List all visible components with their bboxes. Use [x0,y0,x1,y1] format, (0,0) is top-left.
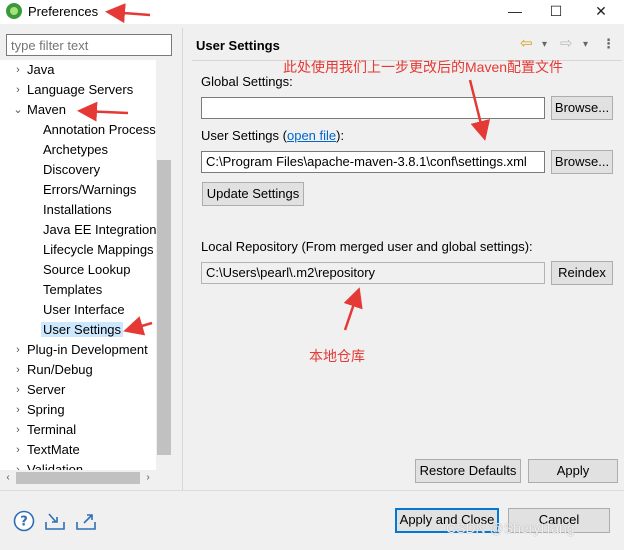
tree-item-errors-warnings[interactable]: Errors/Warnings [43,180,136,200]
tree-item-java[interactable]: › Java [12,60,54,80]
tree-item-annotation-processing[interactable]: Annotation Processing [43,120,172,140]
tree-item-terminal[interactable]: › Terminal [12,420,76,440]
preferences-sidebar: ›Java ›Language Servers ⌄Maven Annotatio… [0,28,180,490]
close-icon[interactable]: ✕ [586,2,616,22]
tree-item-label: Server [27,382,66,397]
user-settings-browse-button[interactable]: Browse... [551,150,613,174]
tree-item-label: TextMate [27,442,80,457]
view-menu-icon[interactable]: ⋮ [602,36,615,52]
window-title: Preferences [28,4,99,19]
preferences-window: Preferences — ☐ ✕ ›Java ›Language Server… [0,0,624,550]
tree-item-label: Java [27,62,55,77]
footer-separator [0,490,624,491]
chevron-right-icon[interactable]: › [12,60,24,80]
chevron-right-icon[interactable]: › [12,80,24,100]
tree-item-user-interface[interactable]: User Interface [43,300,125,320]
tree-item-lifecycle-mappings[interactable]: Lifecycle Mappings [43,240,154,260]
export-icon[interactable] [75,510,97,532]
maximize-icon[interactable]: ☐ [541,2,571,22]
tree-item-label: Source Lookup [43,262,131,277]
tree-item-label: Lifecycle Mappings [43,242,154,257]
tree-item-label: Discovery [43,162,101,177]
tree-item-label: Annotation Processing [43,122,172,137]
tree-item-textmate[interactable]: › TextMate [12,440,80,460]
tree-item-label: User Settings [41,322,124,337]
tree-item-label: Spring [27,402,65,417]
tree-item-label: Java EE Integration [43,222,157,237]
user-settings-label: User Settings (open file): [201,128,344,143]
scrollbar-thumb[interactable] [157,160,171,455]
tree-horizontal-scrollbar[interactable]: ‹ › [0,470,172,486]
back-arrow-icon[interactable]: ⇦ [520,34,533,52]
tree-item-spring[interactable]: › Spring [12,400,65,420]
import-icon[interactable] [44,510,66,532]
tree-item-archetypes[interactable]: Archetypes [43,140,108,160]
tree-item-maven[interactable]: ⌄ Maven [12,100,66,120]
scroll-right-icon[interactable]: › [140,470,156,486]
settings-page: User Settings ⇦ ▾ ⇨ ▾ ⋮ Global Settings:… [184,28,624,490]
forward-arrow-icon[interactable]: ⇨ [560,34,573,52]
tree-item-user-settings[interactable]: User Settings [41,320,124,340]
chevron-right-icon[interactable]: › [12,440,24,460]
global-settings-browse-button[interactable]: Browse... [551,96,613,120]
local-repository-field: C:\Users\pearl\.m2\repository [201,262,545,284]
tree-item-label: Plug-in Development [27,342,148,357]
reindex-button[interactable]: Reindex [551,261,613,285]
chevron-down-icon[interactable]: ⌄ [12,100,24,120]
chevron-right-icon[interactable]: › [12,400,24,420]
tree-vertical-scrollbar[interactable] [156,60,172,470]
user-settings-label-suffix: ): [336,128,345,143]
tree-item-label: Errors/Warnings [43,182,137,197]
minimize-icon[interactable]: — [500,2,530,22]
tree-item-label: Language Servers [27,82,134,97]
tree-item-label: Terminal [27,422,77,437]
chevron-right-icon[interactable]: › [12,340,24,360]
tree-item-installations[interactable]: Installations [43,200,112,220]
tree-item-discovery[interactable]: Discovery [43,160,100,180]
help-icon[interactable]: ? [13,510,35,532]
forward-dropdown-icon[interactable]: ▾ [583,39,588,50]
global-settings-label: Global Settings: [201,74,293,89]
tree-item-label: Run/Debug [27,362,93,377]
tree-item-templates[interactable]: Templates [43,280,102,300]
tree-item-source-lookup[interactable]: Source Lookup [43,260,130,280]
chevron-right-icon[interactable]: › [12,460,24,470]
scroll-left-icon[interactable]: ‹ [0,470,16,486]
tree-item-label: Installations [43,202,112,217]
tree-item-java-ee-integration[interactable]: Java EE Integration [43,220,156,240]
tree-item-label: Validation [27,462,84,470]
tree-item-server[interactable]: › Server [12,380,65,400]
tree-item-label: User Interface [43,302,125,317]
eclipse-icon [6,3,22,19]
svg-text:?: ? [20,515,28,530]
user-settings-input[interactable]: C:\Program Files\apache-maven-3.8.1\conf… [201,151,545,173]
tree-item-label: Templates [43,282,103,297]
global-settings-input[interactable] [201,97,545,119]
annotation-local-repo-note: 本地仓库 [309,348,365,364]
user-settings-label-prefix: User Settings ( [201,128,287,143]
panel-divider[interactable] [182,28,183,490]
open-file-link[interactable]: open file [287,128,336,143]
filter-input[interactable] [6,34,172,56]
tree-item-run-debug[interactable]: › Run/Debug [12,360,93,380]
back-dropdown-icon[interactable]: ▾ [542,39,547,50]
tree-item-plugin-development[interactable]: › Plug-in Development [12,340,148,360]
scrollbar-thumb[interactable] [16,472,140,484]
apply-button[interactable]: Apply [528,459,618,483]
preferences-tree: › Java › Language Servers ⌄ Maven Annotatio… [0,60,172,470]
chevron-right-icon[interactable]: › [12,360,24,380]
tree-item-validation[interactable]: › Validation [12,460,83,470]
title-bar: Preferences — ☐ ✕ [0,0,624,24]
chevron-right-icon[interactable]: › [12,420,24,440]
restore-defaults-button[interactable]: Restore Defaults [415,459,521,483]
tree-item-label: Archetypes [43,142,109,157]
tree-item-language-servers[interactable]: › Language Servers [12,80,133,100]
update-settings-button[interactable]: Update Settings [202,182,304,206]
page-title: User Settings [196,38,280,53]
local-repository-label: Local Repository (From merged user and g… [201,239,533,254]
watermark: CSDN @SheryITang [446,520,575,536]
chevron-right-icon[interactable]: › [12,380,24,400]
tree-item-label: Maven [27,102,67,117]
annotation-maven-config-note: 此处使用我们上一步更改后的Maven配置文件 [283,59,564,75]
